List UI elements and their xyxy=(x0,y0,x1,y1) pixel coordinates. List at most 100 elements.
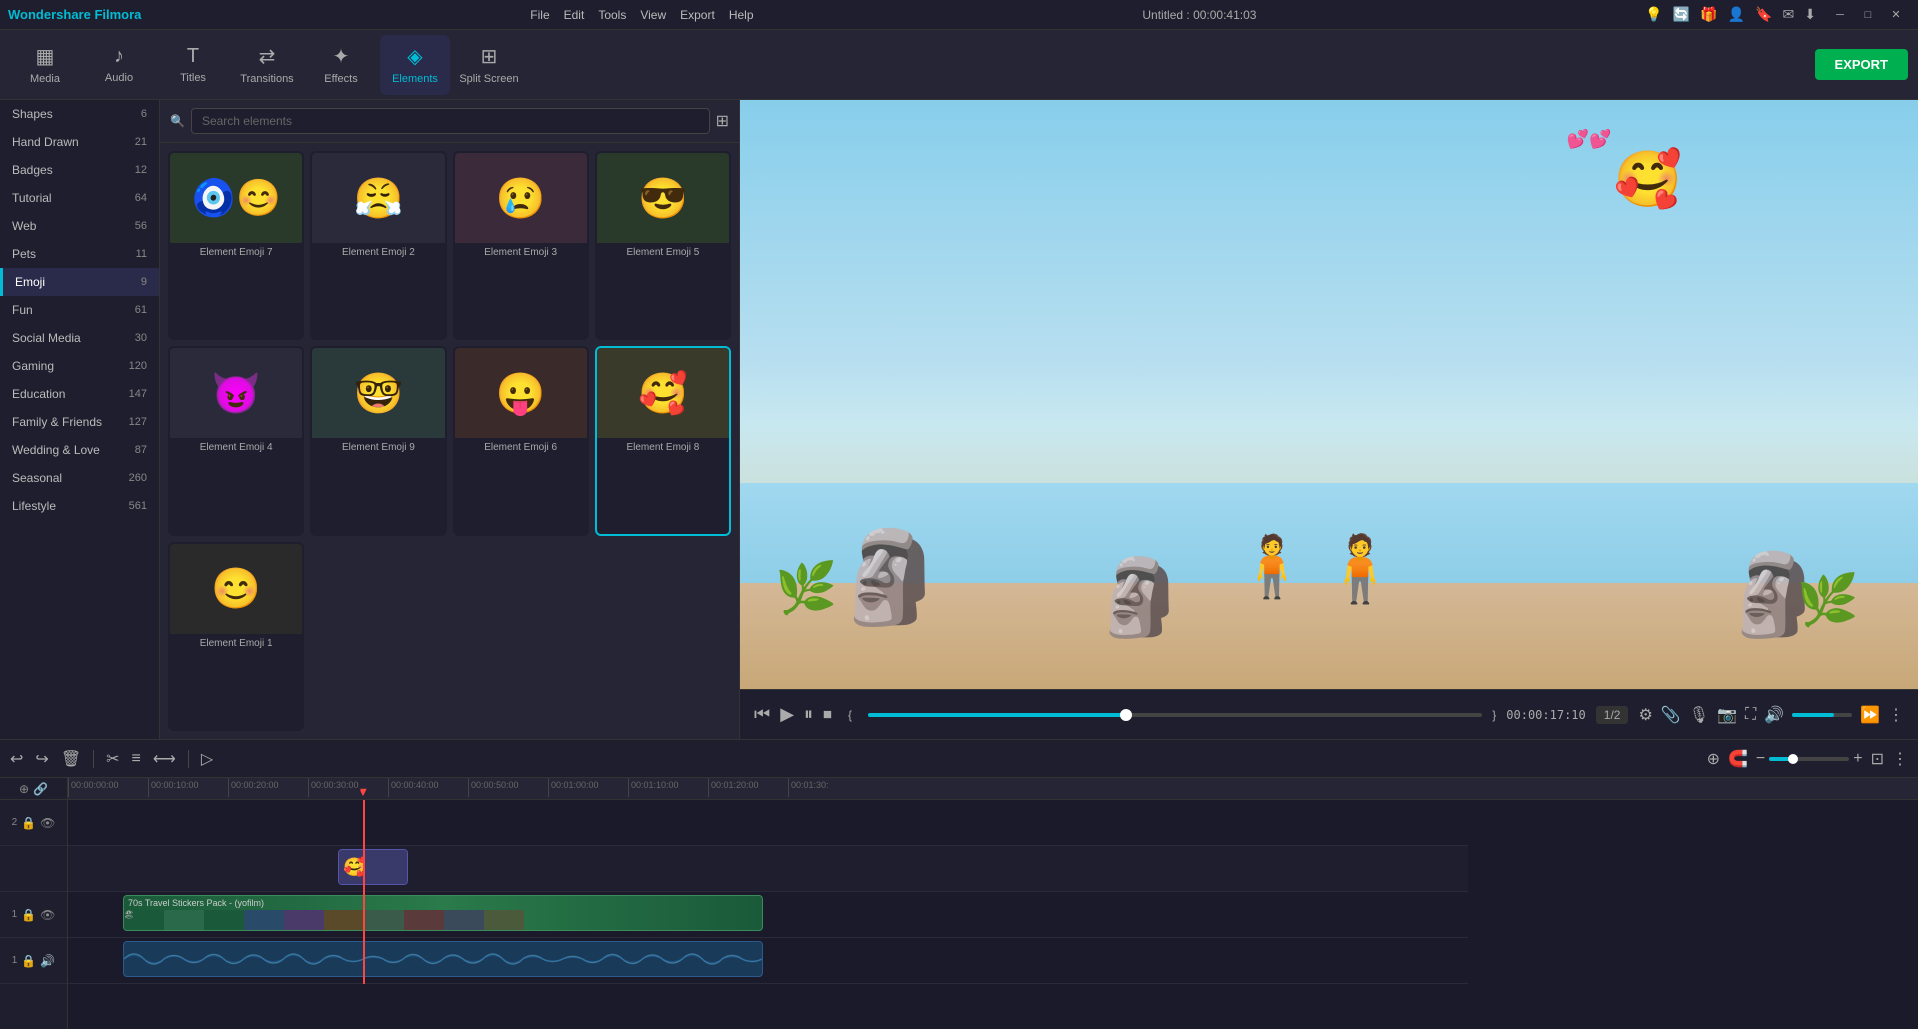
grid-toggle-icon[interactable]: ⊞ xyxy=(716,111,729,131)
sync-icon[interactable]: 🔄 xyxy=(1673,6,1690,23)
track-speaker-audio[interactable]: 🔊 xyxy=(40,954,55,968)
tool-titles[interactable]: T Titles xyxy=(158,35,228,95)
track-lock-1[interactable]: 🔒 xyxy=(21,908,36,922)
track-row-audio xyxy=(68,938,1468,984)
category-seasonal[interactable]: Seasonal 260 xyxy=(0,464,159,492)
category-handdrawn[interactable]: Hand Drawn 21 xyxy=(0,128,159,156)
menu-tools[interactable]: Tools xyxy=(598,8,626,22)
snap-icon[interactable]: 🔗 xyxy=(33,782,48,796)
ratio-display[interactable]: 1/2 xyxy=(1596,706,1629,724)
camera-icon[interactable]: 📷 xyxy=(1717,705,1737,725)
menu-file[interactable]: File xyxy=(530,8,549,22)
tool-elements[interactable]: ◈ Elements xyxy=(380,35,450,95)
element-card-emoji5[interactable]: 😎 Element Emoji 5 xyxy=(595,151,731,340)
menu-help[interactable]: Help xyxy=(729,8,754,22)
element-card-emoji3[interactable]: 😢 Element Emoji 3 xyxy=(453,151,589,340)
track-lock-audio[interactable]: 🔒 xyxy=(21,954,36,968)
audio-clip-main[interactable] xyxy=(123,941,763,977)
delete-button[interactable]: 🗑 xyxy=(61,749,81,769)
category-education[interactable]: Education 147 xyxy=(0,380,159,408)
category-badges[interactable]: Badges 12 xyxy=(0,156,159,184)
element-card-emoji8[interactable]: 🥰 Element Emoji 8 xyxy=(595,346,731,535)
category-fun[interactable]: Fun 61 xyxy=(0,296,159,324)
add-layer-icon[interactable]: ⊕ xyxy=(19,782,29,796)
speed-button[interactable]: ▷ xyxy=(201,749,213,769)
element-card-emoji7[interactable]: 🧿😊 Element Emoji 7 xyxy=(168,151,304,340)
category-gaming[interactable]: Gaming 120 xyxy=(0,352,159,380)
minimize-button[interactable]: ─ xyxy=(1826,4,1854,26)
fit-icon[interactable]: ⊡ xyxy=(1871,749,1884,769)
search-bar: 🔍 ⊞ xyxy=(160,100,739,143)
volume-icon[interactable]: 🔊 xyxy=(1764,705,1784,725)
element-card-emoji2[interactable]: 😤 Element Emoji 2 xyxy=(310,151,446,340)
clip-icon[interactable]: 📎 xyxy=(1661,705,1681,725)
settings-icon[interactable]: ⚙ xyxy=(1638,705,1652,725)
add-track-icon[interactable]: ⊕ xyxy=(1707,749,1720,769)
video-clip-main[interactable]: 70s Travel Stickers Pack - (yofilm) 🏖 xyxy=(123,895,763,931)
bookmark-icon[interactable]: 🔖 xyxy=(1755,6,1772,23)
undo-button[interactable]: ↩ xyxy=(10,749,23,769)
category-socialmedia[interactable]: Social Media 30 xyxy=(0,324,159,352)
category-familyfriends[interactable]: Family & Friends 127 xyxy=(0,408,159,436)
element-card-emoji9[interactable]: 🤓 Element Emoji 9 xyxy=(310,346,446,535)
stop-button[interactable]: ⏹ xyxy=(823,704,832,725)
mic-icon[interactable]: 🎙 xyxy=(1689,705,1709,725)
category-pets[interactable]: Pets 11 xyxy=(0,240,159,268)
element-card-emoji6[interactable]: 😛 Element Emoji 6 xyxy=(453,346,589,535)
download-icon[interactable]: ⬇ xyxy=(1804,6,1816,23)
category-tutorial[interactable]: Tutorial 64 xyxy=(0,184,159,212)
zoom-handle[interactable] xyxy=(1788,754,1798,764)
element-card-emoji4[interactable]: 😈 Element Emoji 4 xyxy=(168,346,304,535)
tool-transitions[interactable]: ⇄ Transitions xyxy=(232,35,302,95)
menu-edit[interactable]: Edit xyxy=(564,8,585,22)
cut-button[interactable]: ✂ xyxy=(106,749,119,769)
element-label-emoji4: Element Emoji 4 xyxy=(170,438,302,457)
menu-view[interactable]: View xyxy=(640,8,666,22)
category-lifestyle[interactable]: Lifestyle 561 xyxy=(0,492,159,520)
notification-icon[interactable]: 💡 xyxy=(1645,6,1662,23)
more-tl-icon[interactable]: ⋮ xyxy=(1892,749,1908,769)
maximize-button[interactable]: □ xyxy=(1854,4,1882,26)
export-button[interactable]: EXPORT xyxy=(1815,49,1908,80)
element-clip-emoji8[interactable]: Element Emoji 8 🥰 xyxy=(338,849,408,885)
close-button[interactable]: ✕ xyxy=(1882,4,1910,26)
redo-button[interactable]: ↪ xyxy=(35,749,48,769)
tool-audio[interactable]: ♪ Audio xyxy=(84,35,154,95)
account-icon[interactable]: 👤 xyxy=(1728,6,1745,23)
element-card-emoji1[interactable]: 😊 Element Emoji 1 xyxy=(168,542,304,731)
search-input[interactable] xyxy=(191,108,710,134)
category-emoji[interactable]: Emoji 9 xyxy=(0,268,159,296)
tool-effects[interactable]: ✦ Effects xyxy=(306,35,376,95)
magnet-icon[interactable]: 🧲 xyxy=(1728,749,1748,769)
stretch-button[interactable]: ⟷ xyxy=(153,749,176,769)
play-button[interactable]: ▶ xyxy=(780,704,794,725)
menu-export[interactable]: Export xyxy=(680,8,715,22)
gift-icon[interactable]: 🎁 xyxy=(1700,6,1717,23)
crop-button[interactable]: ≡ xyxy=(132,750,141,768)
zoom-in-icon[interactable]: + xyxy=(1853,750,1862,768)
track-eye-2[interactable]: 👁 xyxy=(40,816,55,830)
mail-icon[interactable]: ✉ xyxy=(1783,6,1795,23)
zoom-slider[interactable] xyxy=(1769,757,1849,761)
pause-button[interactable]: ⏸ xyxy=(804,704,813,725)
category-weddinglove[interactable]: Wedding & Love 87 xyxy=(0,436,159,464)
skip-back-button[interactable]: ⏮ xyxy=(754,704,770,725)
vthumb3 xyxy=(204,910,244,930)
track-eye-1[interactable]: 👁 xyxy=(40,908,55,922)
progress-handle[interactable] xyxy=(1120,709,1132,721)
ruler-marks-container: 00:00:00:00 00:00:10:00 00:00:20:00 00:0… xyxy=(68,778,1468,797)
tool-splitscreen[interactable]: ⊞ Split Screen xyxy=(454,35,524,95)
category-shapes[interactable]: Shapes 6 xyxy=(0,100,159,128)
speed-icon[interactable]: ⏩ xyxy=(1860,705,1880,725)
track-lock-2[interactable]: 🔒 xyxy=(21,816,36,830)
splitscreen-icon: ⊞ xyxy=(481,44,498,69)
tool-media[interactable]: ▦ Media xyxy=(10,35,80,95)
progress-bar[interactable] xyxy=(868,713,1482,717)
fullscreen-icon[interactable]: ⛶ xyxy=(1745,706,1756,724)
more-icon[interactable]: ⋮ xyxy=(1888,705,1904,725)
playhead[interactable]: ▼ xyxy=(363,800,365,984)
zoom-out-icon[interactable]: − xyxy=(1756,750,1765,768)
category-web[interactable]: Web 56 xyxy=(0,212,159,240)
track-row-element: Element Emoji 8 🥰 xyxy=(68,846,1468,892)
volume-slider[interactable] xyxy=(1792,713,1852,717)
